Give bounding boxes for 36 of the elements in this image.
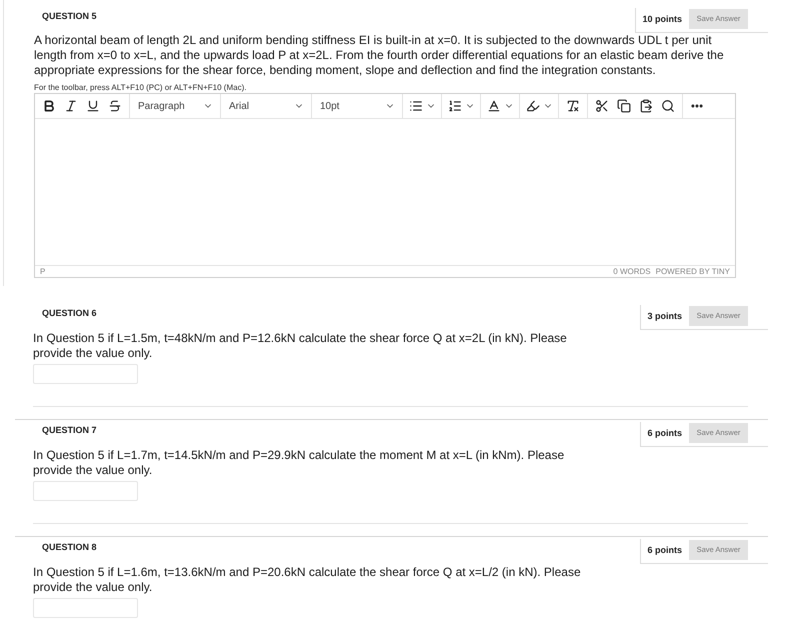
scissors-icon (595, 99, 609, 113)
element-path: P (40, 266, 46, 276)
question-title: QUESTION 5 (42, 11, 97, 22)
question-text: In Question 5 if L=1.7m, t=14.5kN/m and P=29.9kN calculate the moment M at x=L (in kNm). Please provide the value only. (33, 448, 566, 478)
points-label: 3 points (647, 310, 682, 323)
text-color-icon (486, 99, 500, 113)
question-text: In Question 5 if L=1.5m, t=48kN/m and P=12.6kN calculate the shear force Q at x=2L (in kN). Please provide the value only. (33, 331, 568, 361)
question-title: QUESTION 6 (42, 308, 97, 319)
word-count: 0 WORDS (613, 266, 651, 276)
clipboard-icon (639, 99, 653, 113)
bold-icon (42, 99, 56, 113)
question-text: A horizontal beam of length 2L and uniform bending stiffness EI is built-in at x=0. It is subjected to the downwards UDL t per unit length from x=0 to x=L, and the upwards load P at x=2L. From the fourth order differential equations for an elastic beam derive the appropriate expressions for the shear force, bending moment, slope and deflection and find the integration constants. (34, 33, 725, 78)
points-label: 10 points (642, 13, 682, 26)
italic-icon (64, 99, 78, 113)
answer-field[interactable] (33, 364, 138, 384)
search-icon (661, 99, 675, 113)
question-title: QUESTION 7 (42, 425, 97, 436)
numbered-list-icon (448, 99, 462, 113)
clear-formatting-icon (566, 99, 580, 113)
question-text: In Question 5 if L=1.6m, t=13.6kN/m and P=20.6kN calculate the shear force Q at x=L/2 (in kN). Please provide the value only. (33, 565, 582, 595)
bullet-list-icon (408, 99, 422, 113)
highlighter-icon (526, 99, 540, 113)
answer-field[interactable] (33, 598, 138, 618)
underline-icon (86, 99, 100, 113)
copy-icon (617, 99, 631, 113)
font-size-dropdown[interactable]: 10pt (315, 95, 399, 117)
font-family-dropdown[interactable]: Arial (224, 95, 308, 117)
rich-text-editor[interactable]: Paragraph Arial 10pt P 0 WORDS POWERED BY TINY (34, 93, 736, 278)
answer-field[interactable] (33, 481, 138, 501)
block-format-dropdown[interactable]: Paragraph (133, 95, 217, 117)
powered-by-link[interactable]: POWERED BY TINY (656, 266, 730, 276)
points-label: 6 points (647, 544, 682, 557)
toolbar-hint: For the toolbar, press ALT+F10 (PC) or ALT+FN+F10 (Mac). (34, 82, 248, 93)
question-title: QUESTION 8 (42, 542, 97, 553)
strikethrough-icon (108, 99, 122, 113)
points-label: 6 points (647, 427, 682, 440)
